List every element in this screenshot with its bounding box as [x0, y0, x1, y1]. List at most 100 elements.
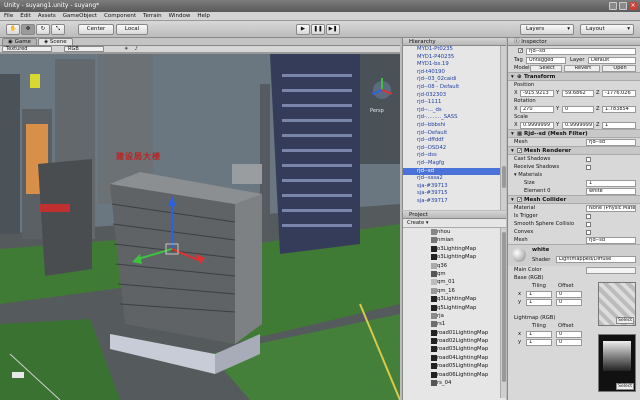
is-trigger-checkbox[interactable] — [586, 213, 591, 219]
shading-mode-dropdown[interactable]: Textured — [2, 46, 52, 52]
hierarchy-item[interactable]: rjd--dss — [403, 152, 506, 160]
position-x-field[interactable]: -915.9213 — [520, 89, 554, 97]
hierarchy-item[interactable]: rjd--DSD42 — [403, 145, 506, 153]
mesh-collider-header[interactable]: ▾ ✓ Mesh Collider — [508, 195, 640, 204]
transform-header[interactable]: ▾ ⊕ Transform — [508, 72, 640, 81]
menu-gameobject[interactable]: GameObject — [63, 13, 97, 19]
hierarchy-item[interactable]: rjd--1111 — [403, 99, 506, 107]
position-y-field[interactable]: 59.6862 — [562, 89, 594, 97]
project-item[interactable]: o3LightingMap — [403, 253, 506, 261]
project-item[interactable]: q5LightingMap — [403, 304, 506, 312]
hierarchy-item[interactable]: sja-#39713 — [403, 183, 506, 191]
rotate-tool-button[interactable]: ↻ — [36, 24, 50, 35]
mesh-filter-header[interactable]: ▾ ▦ Rjd--sd (Mesh Filter) — [508, 129, 640, 138]
scale-z-field[interactable]: 1 — [602, 121, 636, 129]
object-active-checkbox[interactable]: ✓ — [518, 47, 523, 53]
hierarchy-item[interactable]: rjd--dffddf — [403, 137, 506, 145]
pivot-local-toggle[interactable]: Local — [116, 24, 148, 35]
size-field[interactable]: 1 — [586, 179, 636, 187]
collider-material-field[interactable]: None (Physic Materi — [586, 204, 636, 212]
hierarchy-item-selected[interactable]: rjd--sd — [403, 167, 506, 176]
tab-game[interactable]: ◉ Game — [2, 38, 37, 45]
audio-toggle-icon[interactable]: ♪ — [134, 46, 137, 52]
base-tiling-x-field[interactable]: 1 — [526, 290, 552, 298]
project-item[interactable]: qm_16 — [403, 287, 506, 295]
hierarchy-item[interactable]: rjd--..._ds — [403, 107, 506, 115]
hierarchy-item[interactable]: MYD1-Pt0235 — [403, 46, 506, 54]
window-close-button[interactable]: × — [629, 2, 637, 10]
persp-label[interactable]: Persp — [370, 108, 384, 114]
menu-component[interactable]: Component — [104, 13, 136, 19]
mesh-collider-enabled-checkbox[interactable]: ✓ — [517, 197, 522, 203]
project-item[interactable]: road05LightingMap — [403, 362, 506, 370]
lightmap-offset-y-field[interactable]: 0 — [556, 338, 582, 346]
hierarchy-item[interactable]: rjd-........._SASS — [403, 114, 506, 122]
hierarchy-item[interactable]: rjd--sssa2 — [403, 175, 506, 183]
hierarchy-item[interactable]: rjd--Default — [403, 130, 506, 138]
tag-dropdown[interactable]: Untagged — [526, 56, 566, 64]
render-mode-dropdown[interactable]: RGB — [64, 46, 104, 52]
project-item[interactable]: o3LightingMap — [403, 245, 506, 253]
rotation-x-field[interactable]: 270 — [520, 105, 554, 113]
project-item[interactable]: road02LightingMap — [403, 337, 506, 345]
hierarchy-item[interactable]: sja-#39717 — [403, 198, 506, 206]
layer-dropdown[interactable]: Default — [588, 56, 636, 64]
convex-checkbox[interactable] — [586, 229, 591, 235]
play-button[interactable]: ▶ — [296, 24, 310, 35]
rotation-z-field[interactable]: 1.783854 — [602, 105, 636, 113]
project-item[interactable]: road04LightingMap — [403, 354, 506, 362]
base-tiling-y-field[interactable]: 1 — [526, 298, 552, 306]
receive-shadows-checkbox[interactable] — [586, 164, 591, 170]
materials-row[interactable]: ▾ Materials — [508, 171, 640, 179]
menu-assets[interactable]: Assets — [38, 13, 56, 19]
hierarchy-item[interactable]: rjd--bbbshi — [403, 122, 506, 130]
element0-field[interactable]: white — [586, 187, 636, 195]
project-item[interactable]: qm_01 — [403, 278, 506, 286]
hierarchy-item[interactable]: MYD1-bs.19 — [403, 61, 506, 69]
lightmap-select-button[interactable]: Select — [616, 383, 634, 390]
pause-button[interactable]: ❚❚ — [311, 24, 325, 35]
project-item[interactable]: q3LightingMap — [403, 295, 506, 303]
lightmap-texture-slot[interactable]: Select — [598, 334, 636, 392]
hierarchy-item[interactable]: rjd--03_02caidi — [403, 76, 506, 84]
object-name-field[interactable]: rjd--sd — [526, 47, 636, 55]
model-revert-button[interactable]: Revert — [564, 64, 600, 72]
menu-help[interactable]: Help — [197, 13, 210, 19]
mesh-renderer-header[interactable]: ▾ ✓ Mesh Renderer — [508, 146, 640, 155]
project-item[interactable]: nmian — [403, 236, 506, 244]
project-item[interactable]: rja — [403, 312, 506, 320]
step-button[interactable]: ▶❚ — [326, 24, 340, 35]
project-item[interactable]: q36 — [403, 262, 506, 270]
base-offset-y-field[interactable]: 0 — [556, 298, 582, 306]
menu-file[interactable]: File — [4, 13, 13, 19]
hierarchy-item[interactable]: rjd-032303 — [403, 92, 506, 100]
project-item[interactable]: rs_04 — [403, 379, 506, 387]
hierarchy-item[interactable]: rjd-t40190 — [403, 69, 506, 77]
project-create-button[interactable]: Create — [407, 220, 424, 226]
project-item[interactable]: rs1 — [403, 320, 506, 328]
rotation-y-field[interactable]: 0 — [562, 105, 594, 113]
layout-dropdown[interactable]: Layout ▾ — [580, 24, 634, 35]
window-maximize-button[interactable] — [619, 2, 627, 10]
project-item[interactable]: road03LightingMap — [403, 345, 506, 353]
move-tool-button[interactable]: ✥ — [21, 24, 35, 35]
lighting-toggle-icon[interactable]: ☀ — [124, 46, 128, 52]
main-color-swatch[interactable] — [586, 266, 636, 274]
shader-dropdown[interactable]: Lightmapped/Diffuse — [556, 256, 636, 263]
menu-window[interactable]: Window — [169, 13, 191, 19]
model-open-button[interactable]: Open — [602, 64, 636, 72]
hierarchy-item[interactable]: rjd--08 - Default — [403, 84, 506, 92]
hierarchy-scrollbar[interactable] — [500, 46, 506, 210]
scale-y-field[interactable]: 0.9999999 — [562, 121, 594, 129]
project-item[interactable]: nhou — [403, 228, 506, 236]
menu-terrain[interactable]: Terrain — [143, 13, 162, 19]
tab-scene[interactable]: ◈ Scene — [37, 38, 73, 45]
mesh-renderer-enabled-checkbox[interactable]: ✓ — [517, 148, 522, 154]
project-scrollbar[interactable] — [500, 228, 506, 398]
model-select-button[interactable]: Select — [530, 64, 562, 72]
base-offset-x-field[interactable]: 0 — [556, 290, 582, 298]
cast-shadows-checkbox[interactable] — [586, 156, 591, 162]
project-item[interactable]: qm — [403, 270, 506, 278]
hierarchy-scroll-thumb[interactable] — [502, 166, 506, 188]
scale-x-field[interactable]: 0.9999999 — [520, 121, 554, 129]
